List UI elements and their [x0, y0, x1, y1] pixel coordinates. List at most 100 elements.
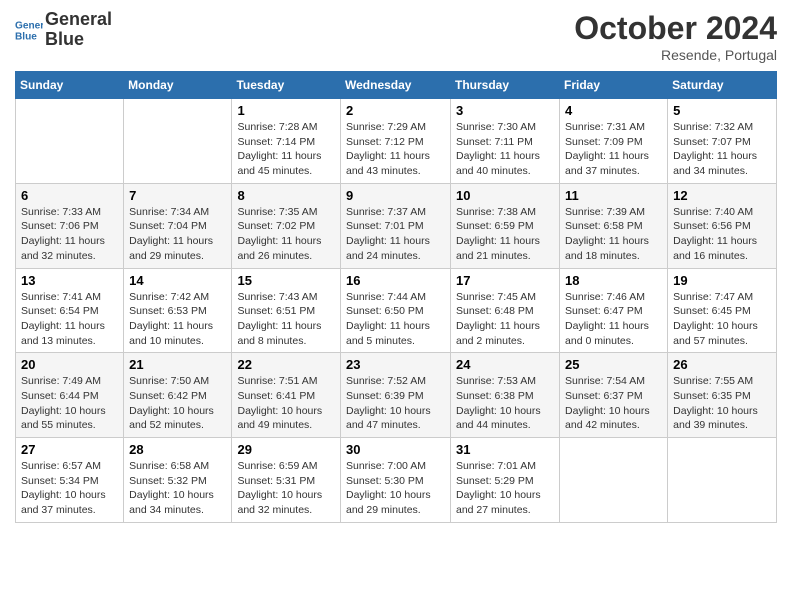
calendar-day-cell: 3Sunrise: 7:30 AMSunset: 7:11 PMDaylight… [451, 99, 560, 184]
calendar-day-cell: 28 Sunrise: 6:58 AMSunset: 5:32 PMDayligh… [124, 438, 232, 523]
calendar-day-cell: 6 Sunrise: 7:33 AMSunset: 7:06 PMDaylight… [16, 183, 124, 268]
day-number: 18 [565, 273, 662, 288]
day-number: 28 [129, 442, 226, 457]
weekday-header-cell: Wednesday [341, 72, 451, 99]
day-number: 1 [237, 103, 335, 118]
calendar-week-row: 6 Sunrise: 7:33 AMSunset: 7:06 PMDaylight… [16, 183, 777, 268]
day-number: 3 [456, 103, 554, 118]
day-detail: Sunrise: 7:49 AMSunset: 6:44 PMDaylight:… [21, 374, 118, 433]
day-number: 12 [673, 188, 771, 203]
day-number: 15 [237, 273, 335, 288]
calendar-day-cell: 18Sunrise: 7:46 AMSunset: 6:47 PMDayligh… [560, 268, 668, 353]
day-number: 6 [21, 188, 118, 203]
day-number: 20 [21, 357, 118, 372]
day-detail: Sunrise: 7:00 AMSunset: 5:30 PMDaylight:… [346, 459, 445, 518]
calendar-day-cell: 20 Sunrise: 7:49 AMSunset: 6:44 PMDayligh… [16, 353, 124, 438]
svg-text:Blue: Blue [15, 31, 37, 42]
day-number: 2 [346, 103, 445, 118]
day-number: 27 [21, 442, 118, 457]
location: Resende, Portugal [574, 47, 777, 63]
calendar-day-cell: 5Sunrise: 7:32 AMSunset: 7:07 PMDaylight… [668, 99, 777, 184]
calendar-day-cell: 8Sunrise: 7:35 AMSunset: 7:02 PMDaylight… [232, 183, 341, 268]
logo: General Blue General Blue [15, 10, 112, 50]
calendar-week-row: 1 Sunrise: 7:28 AMSunset: 7:14 PMDaylight… [16, 99, 777, 184]
day-detail: Sunrise: 7:37 AMSunset: 7:01 PMDaylight:… [346, 205, 445, 264]
calendar-day-cell: 16 Sunrise: 7:44 AMSunset: 6:50 PMDayligh… [341, 268, 451, 353]
day-detail: Sunrise: 7:53 AMSunset: 6:38 PMDaylight:… [456, 374, 554, 433]
weekday-header-cell: Friday [560, 72, 668, 99]
day-detail: Sunrise: 7:31 AMSunset: 7:09 PMDaylight:… [565, 120, 662, 179]
month-title: October 2024 [574, 10, 777, 47]
calendar-day-cell: 9 Sunrise: 7:37 AMSunset: 7:01 PMDaylight… [341, 183, 451, 268]
calendar-day-cell: 29 Sunrise: 6:59 AMSunset: 5:31 PMDayligh… [232, 438, 341, 523]
day-number: 31 [456, 442, 554, 457]
calendar-day-cell: 25Sunrise: 7:54 AMSunset: 6:37 PMDayligh… [560, 353, 668, 438]
calendar-day-cell: 30Sunrise: 7:00 AMSunset: 5:30 PMDayligh… [341, 438, 451, 523]
day-detail: Sunrise: 7:34 AMSunset: 7:04 PMDaylight:… [129, 205, 226, 264]
day-detail: Sunrise: 7:39 AMSunset: 6:58 PMDaylight:… [565, 205, 662, 264]
day-number: 19 [673, 273, 771, 288]
calendar-day-cell: 2 Sunrise: 7:29 AMSunset: 7:12 PMDaylight… [341, 99, 451, 184]
day-detail: Sunrise: 7:54 AMSunset: 6:37 PMDaylight:… [565, 374, 662, 433]
day-detail: Sunrise: 7:33 AMSunset: 7:06 PMDaylight:… [21, 205, 118, 264]
day-detail: Sunrise: 7:29 AMSunset: 7:12 PMDaylight:… [346, 120, 445, 179]
calendar-day-cell: 17Sunrise: 7:45 AMSunset: 6:48 PMDayligh… [451, 268, 560, 353]
day-number: 13 [21, 273, 118, 288]
day-detail: Sunrise: 7:40 AMSunset: 6:56 PMDaylight:… [673, 205, 771, 264]
day-detail: Sunrise: 7:01 AMSunset: 5:29 PMDaylight:… [456, 459, 554, 518]
weekday-header-row: SundayMondayTuesdayWednesdayThursdayFrid… [16, 72, 777, 99]
day-number: 5 [673, 103, 771, 118]
calendar-day-cell: 24Sunrise: 7:53 AMSunset: 6:38 PMDayligh… [451, 353, 560, 438]
calendar-week-row: 27 Sunrise: 6:57 AMSunset: 5:34 PMDayligh… [16, 438, 777, 523]
day-detail: Sunrise: 7:43 AMSunset: 6:51 PMDaylight:… [237, 290, 335, 349]
day-detail: Sunrise: 6:59 AMSunset: 5:31 PMDaylight:… [237, 459, 335, 518]
calendar-day-cell [668, 438, 777, 523]
calendar-day-cell: 14Sunrise: 7:42 AMSunset: 6:53 PMDayligh… [124, 268, 232, 353]
calendar-day-cell [560, 438, 668, 523]
day-detail: Sunrise: 7:50 AMSunset: 6:42 PMDaylight:… [129, 374, 226, 433]
day-number: 26 [673, 357, 771, 372]
weekday-header-cell: Saturday [668, 72, 777, 99]
calendar-day-cell: 7 Sunrise: 7:34 AMSunset: 7:04 PMDaylight… [124, 183, 232, 268]
svg-text:General: General [15, 20, 43, 31]
logo-text: General Blue [45, 10, 112, 50]
day-detail: Sunrise: 7:52 AMSunset: 6:39 PMDaylight:… [346, 374, 445, 433]
logo-icon: General Blue [15, 16, 43, 44]
calendar-day-cell: 11Sunrise: 7:39 AMSunset: 6:58 PMDayligh… [560, 183, 668, 268]
calendar-table: SundayMondayTuesdayWednesdayThursdayFrid… [15, 71, 777, 523]
weekday-header-cell: Tuesday [232, 72, 341, 99]
day-number: 23 [346, 357, 445, 372]
day-detail: Sunrise: 7:28 AMSunset: 7:14 PMDaylight:… [237, 120, 335, 179]
calendar-day-cell: 4 Sunrise: 7:31 AMSunset: 7:09 PMDaylight… [560, 99, 668, 184]
month-info: October 2024 Resende, Portugal [574, 10, 777, 63]
day-number: 10 [456, 188, 554, 203]
day-number: 21 [129, 357, 226, 372]
day-number: 22 [237, 357, 335, 372]
weekday-header-cell: Monday [124, 72, 232, 99]
day-number: 7 [129, 188, 226, 203]
calendar-body: 1 Sunrise: 7:28 AMSunset: 7:14 PMDaylight… [16, 99, 777, 523]
day-number: 16 [346, 273, 445, 288]
day-detail: Sunrise: 7:51 AMSunset: 6:41 PMDaylight:… [237, 374, 335, 433]
day-detail: Sunrise: 7:44 AMSunset: 6:50 PMDaylight:… [346, 290, 445, 349]
day-number: 4 [565, 103, 662, 118]
day-detail: Sunrise: 7:41 AMSunset: 6:54 PMDaylight:… [21, 290, 118, 349]
calendar-week-row: 20 Sunrise: 7:49 AMSunset: 6:44 PMDayligh… [16, 353, 777, 438]
calendar-day-cell: 27 Sunrise: 6:57 AMSunset: 5:34 PMDayligh… [16, 438, 124, 523]
day-number: 29 [237, 442, 335, 457]
calendar-day-cell: 23 Sunrise: 7:52 AMSunset: 6:39 PMDayligh… [341, 353, 451, 438]
calendar-week-row: 13 Sunrise: 7:41 AMSunset: 6:54 PMDayligh… [16, 268, 777, 353]
calendar-day-cell [16, 99, 124, 184]
weekday-header-cell: Thursday [451, 72, 560, 99]
day-detail: Sunrise: 7:47 AMSunset: 6:45 PMDaylight:… [673, 290, 771, 349]
calendar-day-cell: 19 Sunrise: 7:47 AMSunset: 6:45 PMDayligh… [668, 268, 777, 353]
calendar-day-cell: 31 Sunrise: 7:01 AMSunset: 5:29 PMDayligh… [451, 438, 560, 523]
day-detail: Sunrise: 6:57 AMSunset: 5:34 PMDaylight:… [21, 459, 118, 518]
calendar-day-cell: 10Sunrise: 7:38 AMSunset: 6:59 PMDayligh… [451, 183, 560, 268]
day-number: 17 [456, 273, 554, 288]
day-detail: Sunrise: 6:58 AMSunset: 5:32 PMDaylight:… [129, 459, 226, 518]
calendar-day-cell: 1 Sunrise: 7:28 AMSunset: 7:14 PMDaylight… [232, 99, 341, 184]
calendar-day-cell [124, 99, 232, 184]
weekday-header-cell: Sunday [16, 72, 124, 99]
day-number: 9 [346, 188, 445, 203]
